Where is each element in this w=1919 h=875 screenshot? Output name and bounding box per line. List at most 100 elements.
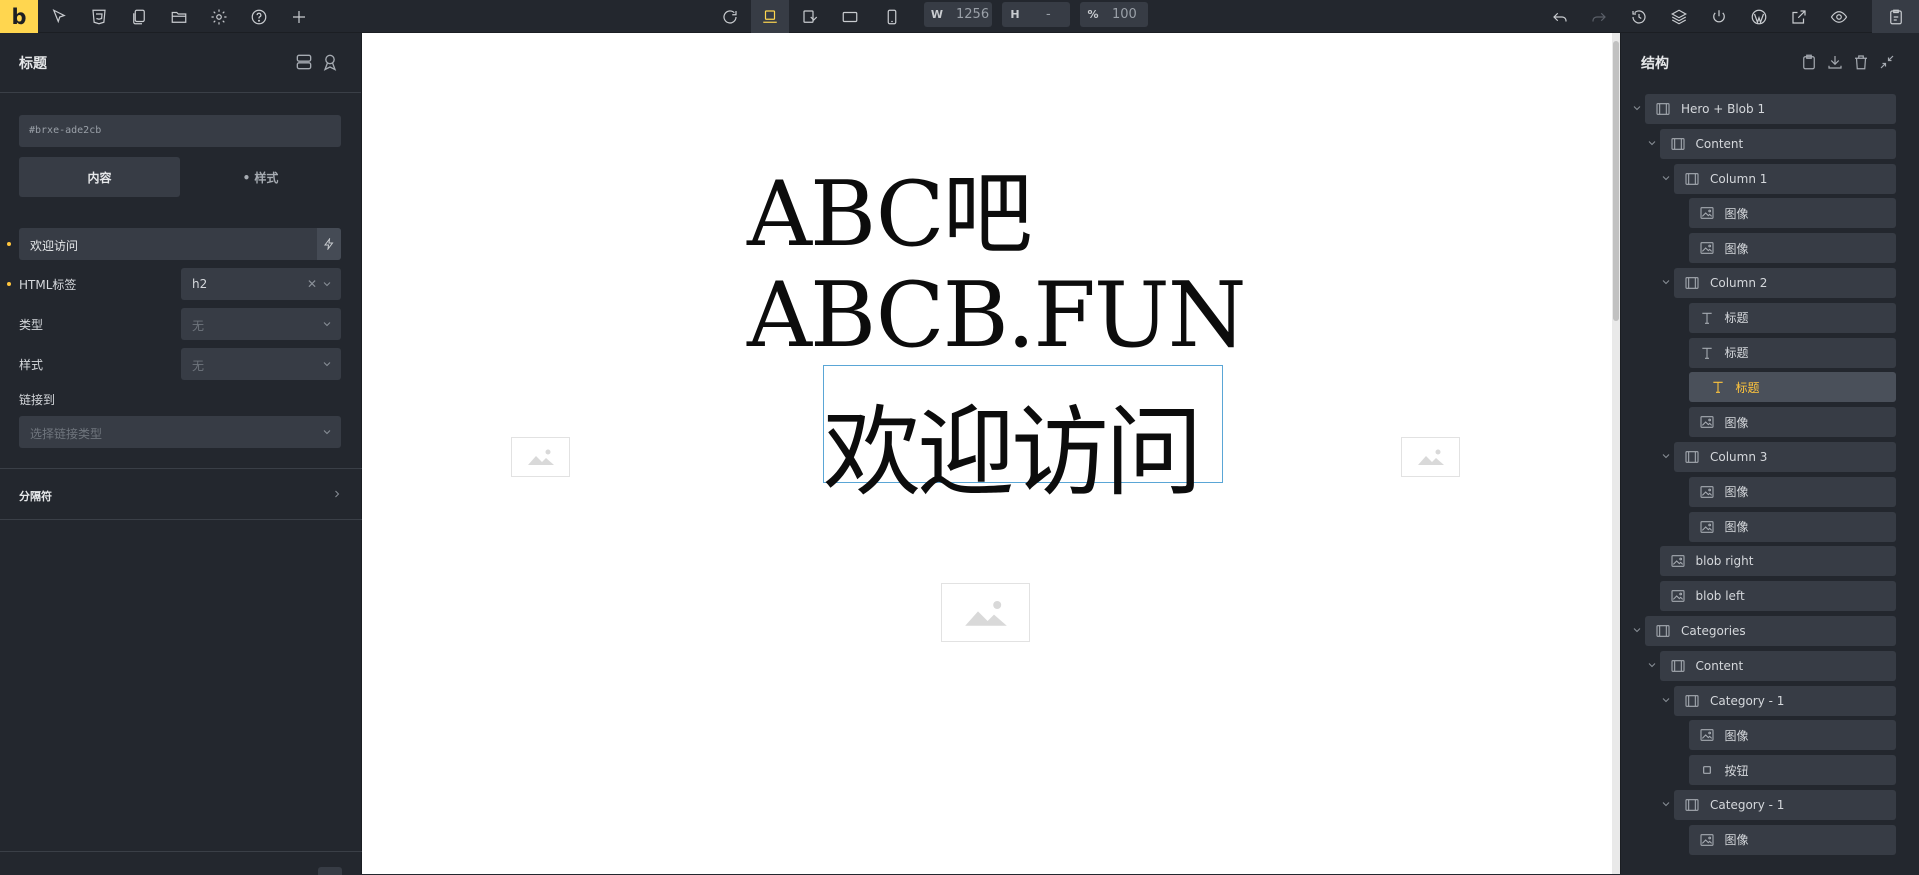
- expand-caret[interactable]: [1660, 163, 1672, 193]
- heading-icon: [1710, 379, 1726, 395]
- structure-item[interactable]: 标题: [1688, 302, 1896, 333]
- mobile-icon[interactable]: [873, 0, 911, 33]
- width-input[interactable]: W 1256: [924, 2, 992, 27]
- style-select[interactable]: 无: [181, 348, 341, 380]
- builder-canvas[interactable]: ABC吧 ABCB.FUN 欢迎访问: [362, 33, 1612, 874]
- chevron-right-icon: [335, 490, 340, 498]
- divider: [0, 851, 362, 852]
- structure-item-label: 标题: [1724, 346, 1749, 361]
- separator-section[interactable]: 分隔符: [0, 468, 362, 520]
- html-tag-select[interactable]: h2 ✕: [181, 268, 341, 300]
- css3-icon[interactable]: [80, 0, 118, 33]
- clipboard-icon[interactable]: [1800, 53, 1818, 71]
- chevron-down-icon: [1662, 175, 1670, 180]
- html-tag-control: HTML标签 h2 ✕: [0, 268, 362, 300]
- redo-icon[interactable]: [1580, 0, 1618, 33]
- history-icon[interactable]: [1620, 0, 1658, 33]
- structure-item[interactable]: Categories: [1645, 616, 1896, 646]
- element-id-field[interactable]: #brxe-ade2cb: [19, 115, 341, 147]
- structure-item-label: 标题: [1735, 380, 1760, 395]
- type-value: 无: [192, 319, 205, 333]
- heading-icon: [1699, 345, 1715, 361]
- section-icon: [1655, 623, 1671, 639]
- structure-item[interactable]: Hero + Blob 1: [1645, 94, 1896, 124]
- expand-caret[interactable]: [1660, 685, 1672, 715]
- help-icon[interactable]: [240, 0, 278, 33]
- structure-item[interactable]: Category - 1: [1674, 790, 1896, 820]
- structure-item[interactable]: Content: [1659, 650, 1896, 681]
- chevron-down-icon: [1662, 454, 1670, 459]
- folder-icon[interactable]: [160, 0, 198, 33]
- save-icon[interactable]: [1872, 0, 1919, 33]
- external-link-icon[interactable]: [1780, 0, 1818, 33]
- chevron-down-icon: [1662, 697, 1670, 702]
- expand-caret[interactable]: [1646, 128, 1658, 158]
- clear-icon[interactable]: ✕: [307, 277, 317, 291]
- refresh-icon[interactable]: [711, 0, 749, 33]
- heading-welcome[interactable]: 欢迎访问: [823, 373, 1203, 515]
- structure-item[interactable]: Column 3: [1674, 442, 1896, 472]
- expand-caret[interactable]: [1660, 441, 1672, 471]
- image-placeholder[interactable]: [941, 583, 1030, 642]
- structure-item[interactable]: 图像: [1688, 511, 1896, 542]
- download-icon[interactable]: [1826, 53, 1844, 71]
- dynamic-data-icon[interactable]: [317, 228, 341, 260]
- element-options-icon[interactable]: [320, 52, 340, 72]
- power-icon[interactable]: [1700, 0, 1738, 33]
- canvas-scrollbar-thumb[interactable]: [1613, 41, 1619, 321]
- link-type-select[interactable]: 选择链接类型: [19, 416, 341, 448]
- structure-item[interactable]: 标题: [1688, 337, 1896, 368]
- tab-style[interactable]: • 样式: [180, 157, 341, 197]
- laptop-icon[interactable]: [791, 0, 829, 33]
- structure-item[interactable]: Category - 1: [1674, 685, 1896, 716]
- collapse-icon[interactable]: [1878, 53, 1896, 71]
- desktop-icon[interactable]: [751, 0, 789, 33]
- image-placeholder[interactable]: [1401, 437, 1460, 477]
- structure-item[interactable]: 标题: [1688, 372, 1896, 403]
- heading-abc[interactable]: ABC吧: [747, 141, 1033, 271]
- heading-abcb-fun[interactable]: ABCB.FUN: [747, 263, 1246, 368]
- wordpress-icon[interactable]: [1740, 0, 1778, 33]
- expand-caret[interactable]: [1660, 267, 1672, 297]
- undo-icon[interactable]: [1541, 0, 1579, 33]
- type-select[interactable]: 无: [181, 308, 341, 340]
- tablet-landscape-icon[interactable]: [831, 0, 869, 33]
- layers-icon[interactable]: [1660, 0, 1698, 33]
- structure-item[interactable]: blob right: [1659, 546, 1896, 577]
- heading-text-input[interactable]: 欢迎访问: [19, 228, 341, 260]
- structure-item[interactable]: 图像: [1688, 198, 1896, 229]
- structure-item[interactable]: 图像: [1688, 407, 1896, 438]
- structure-item[interactable]: Content: [1659, 128, 1896, 159]
- structure-item[interactable]: 图像: [1688, 720, 1896, 751]
- style-control: 样式 无: [0, 348, 362, 380]
- bricks-logo[interactable]: b: [0, 0, 38, 33]
- select-arrow-icon[interactable]: [40, 0, 78, 33]
- preview-eye-icon[interactable]: [1820, 0, 1858, 33]
- trash-icon[interactable]: [1852, 53, 1870, 71]
- height-input[interactable]: H -: [1002, 2, 1070, 27]
- structure-item[interactable]: Column 2: [1674, 268, 1896, 298]
- pages-icon[interactable]: [120, 0, 158, 33]
- expand-caret[interactable]: [1631, 615, 1643, 645]
- tab-content[interactable]: 内容: [19, 157, 180, 197]
- structure-item[interactable]: 图像: [1688, 476, 1896, 507]
- structure-item[interactable]: Column 1: [1674, 163, 1896, 194]
- expand-caret[interactable]: [1646, 650, 1658, 680]
- structure-item-label: Category - 1: [1710, 693, 1785, 708]
- element-classes-icon[interactable]: [294, 52, 314, 72]
- add-icon[interactable]: [280, 0, 318, 33]
- expand-caret[interactable]: [1631, 93, 1643, 123]
- expand-caret[interactable]: [1660, 789, 1672, 819]
- structure-item[interactable]: 图像: [1688, 824, 1896, 855]
- block-icon: [1684, 449, 1700, 465]
- section-icon: [1655, 101, 1671, 117]
- structure-item[interactable]: 按钮: [1688, 755, 1896, 786]
- structure-item-label: 按钮: [1724, 763, 1749, 778]
- structure-item[interactable]: blob left: [1659, 581, 1896, 612]
- type-label: 类型: [19, 318, 44, 332]
- zoom-input[interactable]: % 100: [1080, 2, 1148, 27]
- image-placeholder[interactable]: [511, 437, 570, 477]
- settings-icon[interactable]: [200, 0, 238, 33]
- canvas-scrollbar[interactable]: [1612, 33, 1620, 874]
- structure-item[interactable]: 图像: [1688, 233, 1896, 264]
